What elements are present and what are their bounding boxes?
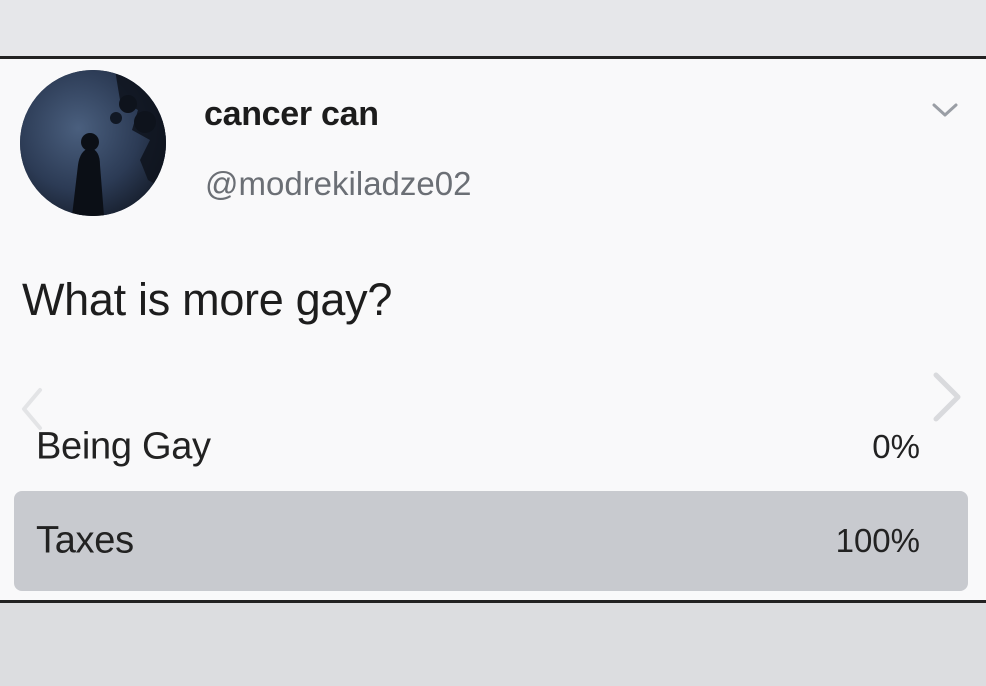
- poll-option-percent: 100%: [835, 522, 920, 559]
- display-name[interactable]: cancer can: [204, 95, 379, 134]
- bottom-background: [0, 603, 986, 686]
- poll-question: What is more gay?: [22, 274, 393, 325]
- top-background: [0, 0, 986, 56]
- chevron-down-icon[interactable]: [930, 99, 960, 121]
- poll-option[interactable]: Taxes 100%: [14, 491, 968, 591]
- avatar[interactable]: [20, 70, 166, 216]
- poll-option-label: Being Gay: [36, 425, 211, 468]
- poll-option[interactable]: Being Gay 0%: [14, 402, 968, 492]
- poll-option-bar: [14, 491, 968, 591]
- poll-post-card: cancer can @modrekiladze02 What is more …: [0, 56, 986, 603]
- poll-option-percent: 0%: [872, 428, 920, 465]
- avatar-image: [20, 70, 166, 216]
- user-handle[interactable]: @modrekiladze02: [205, 165, 471, 203]
- poll-option-label: Taxes: [36, 519, 134, 562]
